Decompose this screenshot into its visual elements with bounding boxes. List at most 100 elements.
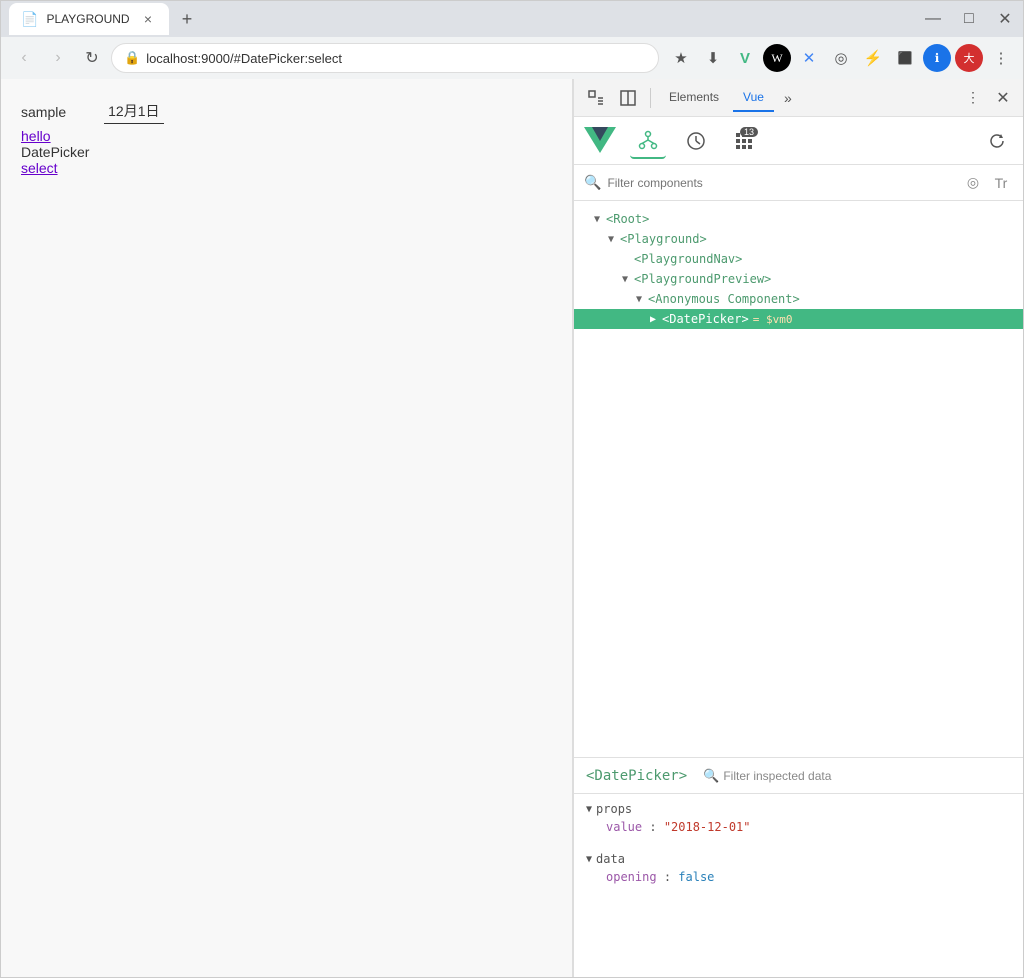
inspector-filter: 🔍 Filter inspected data xyxy=(703,768,831,784)
prop-colon: : xyxy=(649,820,663,834)
devtools-topbar: Elements Vue » ⋮ ✕ xyxy=(574,79,1023,117)
sample-text: sample xyxy=(21,104,66,120)
tab-more-button[interactable]: » xyxy=(778,86,798,110)
more-options-button[interactable]: ⋮ xyxy=(987,44,1015,72)
user-avatar-icon[interactable]: 大 xyxy=(955,44,983,72)
vue-logo-icon xyxy=(582,123,618,159)
title-bar: 📄 PLAYGROUND × + — □ ✕ xyxy=(1,1,1023,37)
text-size-icon[interactable]: Tr xyxy=(989,171,1013,195)
bookmark-star-icon[interactable]: ★ xyxy=(667,44,695,72)
data-section-header[interactable]: ▼ data xyxy=(586,852,1011,866)
devtools-more-options[interactable]: ⋮ xyxy=(959,84,987,112)
inspect-element-button[interactable] xyxy=(582,84,610,112)
tree-arrow-playgroundnav xyxy=(618,252,632,266)
props-section-header[interactable]: ▼ props xyxy=(586,802,1011,816)
translate-icon[interactable]: ✕ xyxy=(795,44,823,72)
page-area: sample 12月1日 hello DatePicker select xyxy=(1,79,573,977)
nav-bar: ‹ › ↻ 🔒 localhost:9000/#DatePicker:selec… xyxy=(1,37,1023,79)
window-controls: — □ ✕ xyxy=(923,9,1015,29)
devtools-close-button[interactable]: ✕ xyxy=(991,86,1015,110)
tree-item-playground[interactable]: ▼ <Playground> xyxy=(574,229,1023,249)
reload-button[interactable]: ↻ xyxy=(77,43,107,73)
component-name-playgroundnav: <PlaygroundNav> xyxy=(634,252,742,266)
tree-arrow-anonymous: ▼ xyxy=(632,292,646,306)
tab-elements[interactable]: Elements xyxy=(659,84,729,112)
lock-icon: 🔒 xyxy=(124,50,140,66)
qr-icon[interactable]: ⬛ xyxy=(891,44,919,72)
refresh-button[interactable] xyxy=(979,123,1015,159)
back-button[interactable]: ‹ xyxy=(9,43,39,73)
pocket-icon[interactable]: ⬇ xyxy=(699,44,727,72)
data-arrow: ▼ xyxy=(586,854,592,865)
close-button[interactable]: ✕ xyxy=(995,9,1015,29)
new-tab-button[interactable]: + xyxy=(173,5,201,33)
select-link[interactable]: select xyxy=(21,160,552,176)
tab-close-button[interactable]: × xyxy=(139,10,157,28)
wiki-icon[interactable]: W xyxy=(763,44,791,72)
date-display: 12月1日 xyxy=(104,99,163,124)
divider xyxy=(650,88,651,108)
filter-input[interactable] xyxy=(607,176,955,190)
filter-bar: 🔍 ◎ Tr xyxy=(574,165,1023,201)
data-value-opening: false xyxy=(678,870,714,884)
data-key-opening: opening xyxy=(606,870,657,884)
hello-link[interactable]: hello xyxy=(21,128,51,144)
info-icon[interactable]: ℹ xyxy=(923,44,951,72)
component-name-anonymous: <Anonymous Component> xyxy=(648,292,800,306)
component-name-datepicker: <DatePicker> xyxy=(662,312,749,326)
browser-window: 📄 PLAYGROUND × + — □ ✕ ‹ › ↻ 🔒 localhost… xyxy=(0,0,1024,978)
address-text: localhost:9000/#DatePicker:select xyxy=(146,51,646,66)
vuex-button[interactable]: 13 xyxy=(726,123,762,159)
nav-icon-group: ★ ⬇ V W ✕ ◎ ⚡ ⬛ ℹ 大 ⋮ xyxy=(667,44,1015,72)
target-icon[interactable]: ◎ xyxy=(961,171,985,195)
tree-arrow-playgroundpreview: ▼ xyxy=(618,272,632,286)
turbo-icon[interactable]: ⚡ xyxy=(859,44,887,72)
address-bar[interactable]: 🔒 localhost:9000/#DatePicker:select xyxy=(111,43,659,73)
tree-item-anonymous[interactable]: ▼ <Anonymous Component> xyxy=(574,289,1023,309)
vuejs-icon[interactable]: V xyxy=(731,44,759,72)
prop-key-value: value xyxy=(606,820,642,834)
browser-tab[interactable]: 📄 PLAYGROUND × xyxy=(9,3,169,35)
data-colon: : xyxy=(664,870,678,884)
data-section: ▼ data opening : false xyxy=(574,844,1023,894)
maximize-button[interactable]: □ xyxy=(959,9,979,29)
globe-icon[interactable]: ◎ xyxy=(827,44,855,72)
devtools-panel: Elements Vue » ⋮ ✕ xyxy=(573,79,1023,977)
filter-actions: ◎ Tr xyxy=(961,171,1013,195)
tree-arrow-playground: ▼ xyxy=(604,232,618,246)
dock-button[interactable] xyxy=(614,84,642,112)
tree-item-playgroundpreview[interactable]: ▼ <PlaygroundPreview> xyxy=(574,269,1023,289)
search-icon: 🔍 xyxy=(584,174,601,191)
tab-title: PLAYGROUND xyxy=(46,12,129,26)
main-content: sample 12月1日 hello DatePicker select xyxy=(1,79,1023,977)
component-tree: ▼ <Root> ▼ <Playground> <PlaygroundNav> xyxy=(574,201,1023,757)
tree-item-root[interactable]: ▼ <Root> xyxy=(574,209,1023,229)
props-section: ▼ props value : "2018-12-01" xyxy=(574,794,1023,844)
tree-item-playgroundnav[interactable]: <PlaygroundNav> xyxy=(574,249,1023,269)
inspector-search-icon: 🔍 xyxy=(703,768,719,784)
history-button[interactable] xyxy=(678,123,714,159)
inspector-filter-text: Filter inspected data xyxy=(723,769,831,783)
inspector-header: <DatePicker> 🔍 Filter inspected data xyxy=(574,758,1023,794)
tree-arrow-root: ▼ xyxy=(590,212,604,226)
tab-vue[interactable]: Vue xyxy=(733,84,774,112)
inspector-component-name: <DatePicker> xyxy=(586,768,687,784)
vm-label: = $vm0 xyxy=(753,313,793,326)
tree-item-datepicker[interactable]: ▶ <DatePicker> = $vm0 xyxy=(574,309,1023,329)
component-name-root: <Root> xyxy=(606,212,649,226)
component-tree-button[interactable] xyxy=(630,123,666,159)
tree-arrow-datepicker: ▶ xyxy=(646,312,660,326)
data-row-opening: opening : false xyxy=(586,870,1011,884)
devtools-topbar-right: ⋮ ✕ xyxy=(959,84,1015,112)
vue-toolbar: 13 xyxy=(574,117,1023,165)
tab-page-icon: 📄 xyxy=(21,11,38,28)
vuex-badge: 13 xyxy=(740,127,758,137)
prop-row-value: value : "2018-12-01" xyxy=(586,820,1011,834)
component-name-playground: <Playground> xyxy=(620,232,707,246)
component-name-playgroundpreview: <PlaygroundPreview> xyxy=(634,272,771,286)
inspector-panel: <DatePicker> 🔍 Filter inspected data ▼ p… xyxy=(574,757,1023,977)
data-section-label: data xyxy=(596,852,625,866)
minimize-button[interactable]: — xyxy=(923,9,943,29)
forward-button[interactable]: › xyxy=(43,43,73,73)
prop-value-value: "2018-12-01" xyxy=(664,820,751,834)
